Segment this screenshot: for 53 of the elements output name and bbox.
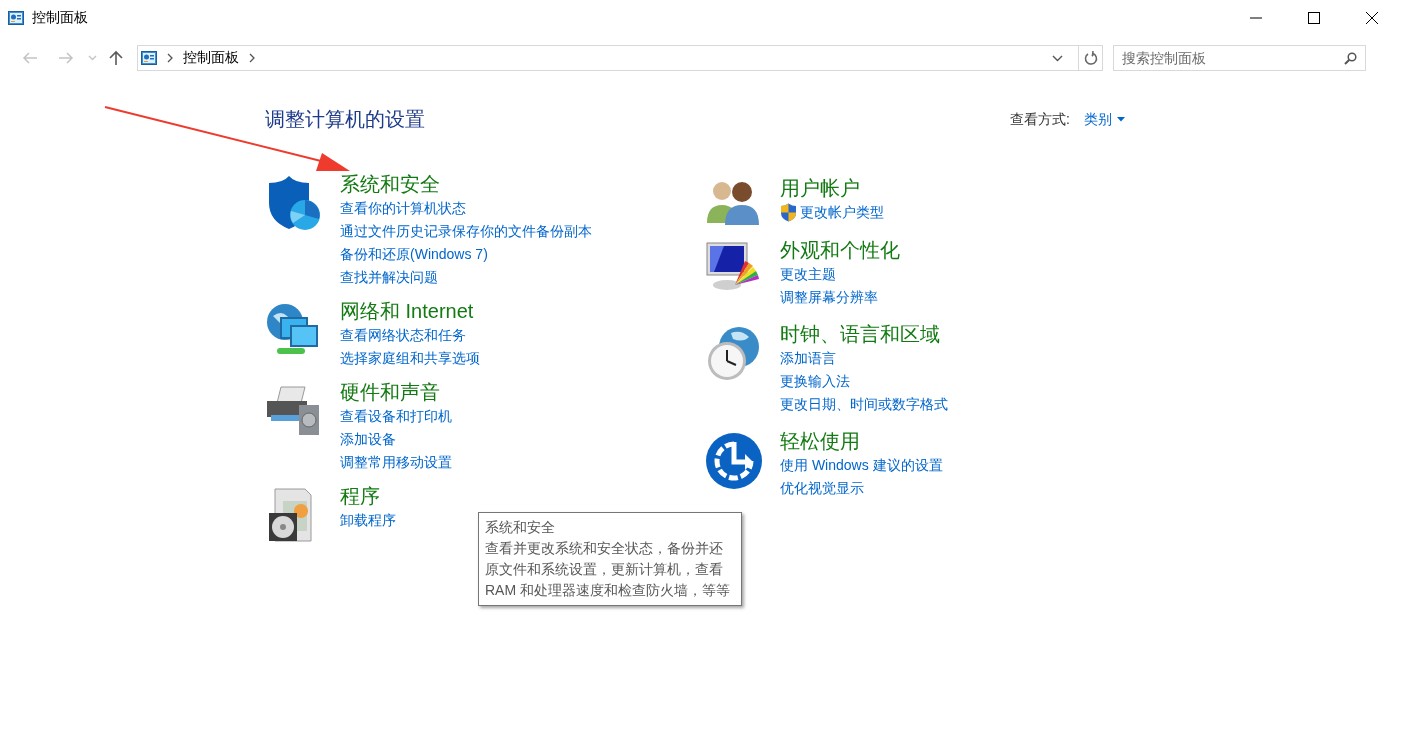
category-link[interactable]: 添加语言 bbox=[780, 347, 836, 370]
chevron-icon bbox=[167, 53, 173, 63]
chevron-icon bbox=[249, 53, 255, 63]
search-field[interactable]: 搜索控制面板 bbox=[1113, 45, 1366, 71]
category-title-link[interactable]: 轻松使用 bbox=[780, 428, 860, 454]
back-arrow-icon bbox=[22, 51, 38, 65]
category-link[interactable]: 使用 Windows 建议的设置 bbox=[780, 454, 943, 477]
close-icon bbox=[1366, 12, 1378, 24]
category-link[interactable]: 卸载程序 bbox=[340, 509, 396, 532]
category-link[interactable]: 添加设备 bbox=[340, 428, 396, 451]
search-icon bbox=[1344, 52, 1357, 65]
category-link[interactable]: 调整常用移动设置 bbox=[340, 451, 452, 474]
tooltip-text: 查看并更改系统和安全状态，备份并还原文件和系统设置，更新计算机，查看 RAM 和处理器速度和检查防火墙，等等 bbox=[485, 539, 731, 600]
shield-icon bbox=[780, 203, 797, 222]
breadcrumb[interactable]: 控制面板 bbox=[183, 49, 239, 67]
users-icon bbox=[705, 179, 761, 225]
category-title-link[interactable]: 硬件和声音 bbox=[340, 379, 440, 405]
dropdown-icon bbox=[88, 55, 97, 61]
location-icon bbox=[141, 51, 157, 65]
category-link[interactable]: 查看设备和打印机 bbox=[340, 405, 452, 428]
category-title-link[interactable]: 用户帐户 bbox=[780, 175, 860, 201]
category-link[interactable]: 通过文件历史记录保存你的文件备份副本 bbox=[340, 220, 592, 243]
page-heading: 调整计算机的设置 bbox=[265, 107, 425, 132]
forward-arrow-icon bbox=[58, 51, 74, 65]
category-link[interactable]: 更换输入法 bbox=[780, 370, 850, 393]
category-title-link[interactable]: 系统和安全 bbox=[340, 171, 440, 197]
category-link[interactable]: 更改主题 bbox=[780, 263, 836, 286]
ease-of-access-icon bbox=[705, 432, 763, 490]
dropdown-icon bbox=[1117, 117, 1125, 122]
maximize-icon bbox=[1308, 12, 1320, 24]
tooltip-title: 系统和安全 bbox=[485, 518, 556, 537]
category-title-link[interactable]: 程序 bbox=[340, 483, 380, 509]
control-panel-icon bbox=[8, 11, 24, 25]
category-title-link[interactable]: 网络和 Internet bbox=[340, 298, 474, 324]
window-title: 控制面板 bbox=[32, 9, 88, 27]
category-title-link[interactable]: 时钟、语言和区域 bbox=[780, 321, 940, 347]
address-bar[interactable]: 控制面板 bbox=[137, 45, 1103, 71]
category-link[interactable]: 查看网络状态和任务 bbox=[340, 324, 466, 347]
category-link[interactable]: 查看你的计算机状态 bbox=[340, 197, 466, 220]
up-arrow-icon bbox=[109, 50, 123, 66]
category-link[interactable]: 查找并解决问题 bbox=[340, 266, 438, 289]
category-link[interactable]: 优化视觉显示 bbox=[780, 477, 864, 500]
category-link[interactable]: 备份和还原(Windows 7) bbox=[340, 243, 488, 266]
category-link[interactable]: 调整屏幕分辨率 bbox=[780, 286, 878, 309]
category-link[interactable]: 更改帐户类型 bbox=[800, 201, 884, 224]
category-link[interactable]: 更改日期、时间或数字格式 bbox=[780, 393, 948, 416]
category-link[interactable]: 选择家庭组和共享选项 bbox=[340, 347, 480, 370]
dropdown-icon bbox=[1051, 54, 1063, 62]
category-title-link[interactable]: 外观和个性化 bbox=[780, 237, 900, 263]
view-by-dropdown[interactable]: 类别 bbox=[1084, 110, 1125, 129]
refresh-icon bbox=[1083, 50, 1098, 66]
minimize-icon bbox=[1250, 17, 1262, 19]
view-by-label: 查看方式: bbox=[1010, 110, 1070, 129]
